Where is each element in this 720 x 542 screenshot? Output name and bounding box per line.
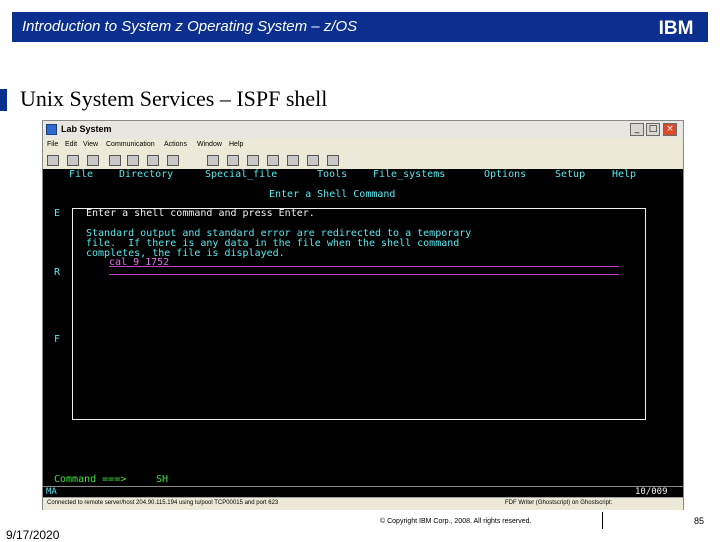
play-icon[interactable] <box>267 155 279 166</box>
menu-help[interactable]: Help <box>229 141 243 148</box>
macro-icon[interactable] <box>287 155 299 166</box>
globe-icon[interactable] <box>307 155 319 166</box>
stop-icon[interactable] <box>247 155 259 166</box>
slide-header: Introduction to System z Operating Syste… <box>12 12 708 42</box>
menu-actions[interactable]: Actions <box>164 141 187 148</box>
ispf-menu-tools[interactable]: Tools <box>317 169 347 180</box>
ibm-logo: IBM <box>654 17 698 37</box>
terminal-screen[interactable]: File Directory Special_file Tools File_s… <box>43 169 683 486</box>
input-underline-2 <box>109 274 619 275</box>
maximize-button[interactable]: □ <box>646 123 660 136</box>
display-icon[interactable] <box>147 155 159 166</box>
footer-copyright: © Copyright IBM Corp., 2008. All rights … <box>380 518 532 525</box>
slide-header-title: Introduction to System z Operating Syste… <box>22 18 358 35</box>
connection-status: Connected to remote server/host 204.90.1… <box>47 500 279 506</box>
map-icon[interactable] <box>207 155 219 166</box>
popup-title: Enter a Shell Command <box>269 189 396 200</box>
help-icon[interactable] <box>327 155 339 166</box>
record-icon[interactable] <box>227 155 239 166</box>
background-letter-f: F <box>54 334 61 345</box>
ispf-menu-file-systems[interactable]: File_systems <box>373 169 445 180</box>
ispf-menu-file[interactable]: File <box>69 169 93 180</box>
receive-icon[interactable] <box>127 155 139 166</box>
app-icon <box>46 124 57 135</box>
ispf-menu-help[interactable]: Help <box>612 169 636 180</box>
window-menubar: File Edit View Communication Actions Win… <box>43 139 683 154</box>
close-button[interactable]: × <box>663 123 677 136</box>
instruction-text: Enter a shell command and press Enter. <box>86 208 315 219</box>
printer-icon[interactable] <box>47 155 59 166</box>
ispf-menu-directory[interactable]: Directory <box>119 169 173 180</box>
command-prompt: Command ===> <box>54 474 127 485</box>
window-toolbar <box>43 153 683 170</box>
paste-icon[interactable] <box>87 155 99 166</box>
page-number: 85 <box>694 516 705 526</box>
svg-text:IBM: IBM <box>659 18 694 37</box>
window-statusbar: Connected to remote server/host 204.90.1… <box>43 497 683 510</box>
slide-heading: Unix System Services – ISPF shell <box>20 86 328 111</box>
window-titlebar: Lab System _ □ × <box>43 121 683 140</box>
printer-status: FDF Writer (Ghostscript) on Ghostscript: <box>505 500 613 506</box>
menu-view[interactable]: View <box>83 141 98 148</box>
background-letter-r: R <box>54 267 61 278</box>
ispf-menu-special-file[interactable]: Special_file <box>205 169 277 180</box>
background-letter-e: E <box>54 208 61 219</box>
command-input[interactable]: SH <box>156 474 168 485</box>
color-icon[interactable] <box>167 155 179 166</box>
ispf-menu-setup[interactable]: Setup <box>555 169 585 180</box>
menu-file[interactable]: File <box>47 141 58 148</box>
ispf-menu-options[interactable]: Options <box>484 169 526 180</box>
heading-accent-bar <box>0 89 7 111</box>
menu-window[interactable]: Window <box>197 141 222 148</box>
menu-edit[interactable]: Edit <box>65 141 77 148</box>
footer-separator <box>602 512 603 529</box>
minimize-button[interactable]: _ <box>630 123 644 136</box>
send-icon[interactable] <box>109 155 121 166</box>
input-underline-1 <box>109 266 619 267</box>
terminal-emulator-window: Lab System _ □ × File Edit View Communic… <box>42 120 684 510</box>
menu-communication[interactable]: Communication <box>106 141 155 148</box>
copy-icon[interactable] <box>67 155 79 166</box>
window-title: Lab System <box>61 124 112 134</box>
